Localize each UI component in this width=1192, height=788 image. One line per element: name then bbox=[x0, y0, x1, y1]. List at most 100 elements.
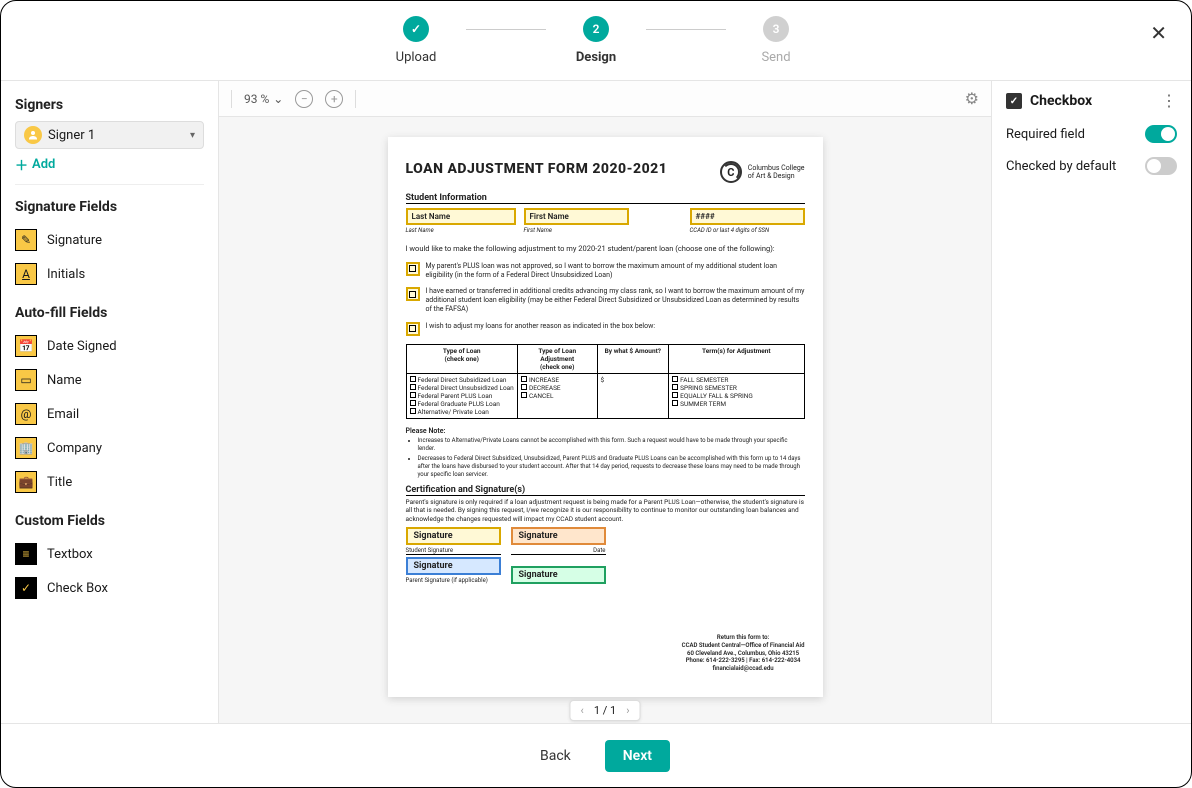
td: INCREASE DECREASE CANCEL bbox=[517, 373, 597, 418]
add-signer-button[interactable]: ＋ Add bbox=[15, 155, 204, 185]
prev-page-button[interactable]: ‹ bbox=[581, 704, 584, 717]
doc-logo: C Columbus College of Art & Design bbox=[720, 161, 805, 183]
field-textbox[interactable]: ≡ Textbox bbox=[15, 537, 204, 571]
separator bbox=[355, 90, 356, 108]
document-viewport[interactable]: LOAN ADJUSTMENT FORM 2020-2021 C Columbu… bbox=[219, 117, 991, 723]
custom-fields-heading: Custom Fields bbox=[15, 513, 204, 529]
step-label: Send bbox=[761, 50, 790, 65]
checked-default-toggle[interactable] bbox=[1145, 157, 1177, 175]
checkbox-icon: ✓ bbox=[15, 577, 37, 599]
property-title: ✓ Checkbox bbox=[1006, 93, 1092, 109]
checkbox-label: I have earned or transferred in addition… bbox=[426, 287, 805, 313]
more-menu-icon[interactable]: ⋮ bbox=[1161, 93, 1177, 109]
check-icon: ✓ bbox=[403, 16, 429, 42]
next-page-button[interactable]: › bbox=[626, 704, 629, 717]
zoom-dropdown[interactable]: 93 % ⌄ bbox=[244, 92, 283, 106]
signer-dropdown[interactable]: Signer 1 ▾ bbox=[15, 121, 204, 149]
checked-default-label: Checked by default bbox=[1006, 159, 1116, 174]
step-send[interactable]: 3 Send bbox=[726, 16, 826, 65]
step-label: Design bbox=[576, 50, 616, 65]
field-caption: CCAD ID or last 4 digits of SSN bbox=[690, 227, 805, 234]
return-address: Return this form to: CCAD Student Centra… bbox=[682, 634, 805, 673]
cert-heading: Certification and Signature(s) bbox=[406, 485, 805, 496]
step-label: Upload bbox=[396, 50, 437, 65]
doc-intro-text: I would like to make the following adjus… bbox=[406, 244, 805, 254]
step-line bbox=[646, 29, 726, 30]
placed-checkbox-3[interactable] bbox=[406, 322, 420, 336]
property-title-text: Checkbox bbox=[1030, 93, 1092, 109]
sig-caption: Date bbox=[511, 547, 606, 555]
placed-signature-extra[interactable]: Signature bbox=[511, 566, 606, 584]
main-area: Signers Signer 1 ▾ ＋ Add Signature Field… bbox=[1, 81, 1191, 723]
field-date-signed[interactable]: 📅 Date Signed bbox=[15, 329, 204, 363]
sig-caption: Parent Signature (if applicable) bbox=[406, 577, 501, 584]
field-name[interactable]: ▭ Name bbox=[15, 363, 204, 397]
page-indicator: 1 / 1 bbox=[594, 704, 616, 717]
field-email[interactable]: @ Email bbox=[15, 397, 204, 431]
field-company[interactable]: 🏢 Company bbox=[15, 431, 204, 465]
right-panel: ✓ Checkbox ⋮ Required field Checked by d… bbox=[991, 81, 1191, 723]
note-item: Increases to Alternative/Private Loans c… bbox=[418, 437, 805, 453]
separator bbox=[231, 90, 232, 108]
logo-text: Columbus College of Art & Design bbox=[748, 164, 805, 180]
th: Type of Loan (check one) bbox=[406, 344, 517, 373]
placed-textfield-firstname[interactable]: First Name bbox=[524, 208, 629, 225]
note-heading: Please Note: bbox=[406, 427, 805, 435]
required-label: Required field bbox=[1006, 127, 1085, 142]
note-item: Decreases to Federal Direct Subsidized, … bbox=[418, 455, 805, 479]
add-label: Add bbox=[32, 157, 55, 172]
note-list: Increases to Alternative/Private Loans c… bbox=[406, 437, 805, 479]
th: By what $ Amount? bbox=[597, 344, 669, 373]
next-button[interactable]: Next bbox=[605, 740, 670, 772]
page-navigator: ‹ 1 / 1 › bbox=[570, 700, 641, 721]
field-signature[interactable]: ✎ Signature bbox=[15, 223, 204, 257]
loan-adjustment-table: Type of Loan (check one) Type of Loan Ad… bbox=[406, 344, 805, 419]
close-icon[interactable]: ✕ bbox=[1150, 21, 1167, 45]
placed-signature-date[interactable]: Signature bbox=[511, 527, 606, 545]
placed-checkbox-1[interactable] bbox=[406, 262, 420, 276]
field-label: Check Box bbox=[47, 581, 108, 596]
stepper: ✓ Upload 2 Design 3 Send bbox=[366, 16, 826, 65]
signers-heading: Signers bbox=[15, 97, 204, 113]
placed-textfield-ssn[interactable]: #### bbox=[690, 208, 805, 225]
calendar-icon: 📅 bbox=[15, 335, 37, 357]
document-page[interactable]: LOAN ADJUSTMENT FORM 2020-2021 C Columbu… bbox=[388, 137, 823, 697]
sig-caption: Student Signature bbox=[406, 547, 501, 555]
zoom-value: 93 % bbox=[244, 92, 269, 106]
field-caption: Last Name bbox=[406, 227, 516, 234]
zoom-in-button[interactable]: + bbox=[325, 90, 343, 108]
step-upload[interactable]: ✓ Upload bbox=[366, 16, 466, 65]
at-icon: @ bbox=[15, 403, 37, 425]
id-icon: ▭ bbox=[15, 369, 37, 391]
back-button[interactable]: Back bbox=[522, 740, 589, 772]
gear-icon[interactable]: ⚙ bbox=[965, 89, 979, 108]
field-label: Signature bbox=[47, 233, 102, 248]
step-design[interactable]: 2 Design bbox=[546, 16, 646, 65]
briefcase-icon: 💼 bbox=[15, 471, 37, 493]
canvas-panel: 93 % ⌄ − + ⚙ LOAN ADJUSTMENT FORM 2020-2… bbox=[219, 81, 991, 723]
td: Federal Direct Subsidized Loan Federal D… bbox=[406, 373, 517, 418]
field-title[interactable]: 💼 Title bbox=[15, 465, 204, 499]
field-label: Textbox bbox=[47, 547, 93, 562]
placed-signature-parent[interactable]: Signature bbox=[406, 557, 501, 575]
placed-checkbox-2[interactable] bbox=[406, 287, 420, 301]
building-icon: 🏢 bbox=[15, 437, 37, 459]
td: FALL SEMESTER SPRING SEMESTER EQUALLY FA… bbox=[669, 373, 804, 418]
field-initials[interactable]: A Initials bbox=[15, 257, 204, 291]
placed-signature-student[interactable]: Signature bbox=[406, 527, 501, 545]
chevron-down-icon: ▾ bbox=[190, 130, 195, 141]
field-caption: First Name bbox=[524, 227, 629, 234]
zoom-out-button[interactable]: − bbox=[295, 90, 313, 108]
th: Type of Loan Adjustment (check one) bbox=[517, 344, 597, 373]
plus-icon: ＋ bbox=[15, 155, 28, 174]
field-label: Date Signed bbox=[47, 339, 117, 354]
footer-bar: Back Next bbox=[1, 723, 1191, 787]
field-label: Initials bbox=[47, 267, 85, 282]
app-window: ✓ Upload 2 Design 3 Send ✕ Signers Signe… bbox=[0, 0, 1192, 788]
required-toggle[interactable] bbox=[1145, 125, 1177, 143]
field-checkbox[interactable]: ✓ Check Box bbox=[15, 571, 204, 605]
step-line bbox=[466, 29, 546, 30]
th: Term(s) for Adjustment bbox=[669, 344, 804, 373]
placed-textfield-lastname[interactable]: Last Name bbox=[406, 208, 516, 225]
step-number-icon: 3 bbox=[763, 16, 789, 42]
